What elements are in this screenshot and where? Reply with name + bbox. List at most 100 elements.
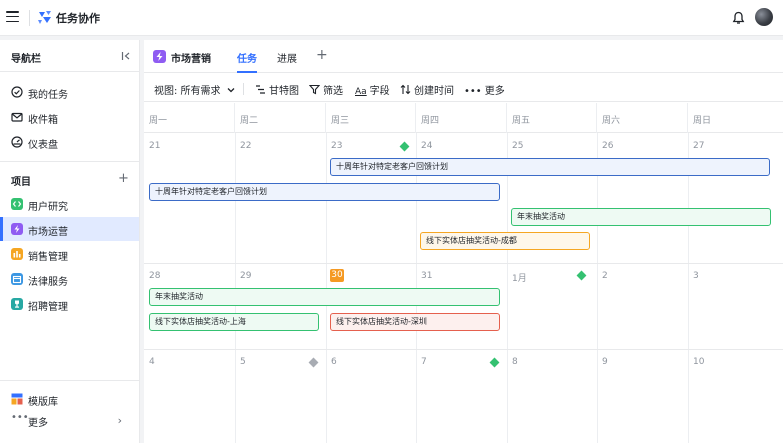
tab-progress[interactable]: 进展: [277, 50, 297, 65]
day-number: 6: [331, 357, 337, 367]
task-bar[interactable]: 年末抽奖活动: [149, 288, 500, 306]
filter-label: 筛选: [323, 86, 343, 97]
sidebar-item-dashboard[interactable]: 仪表盘: [4, 130, 136, 154]
sidebar-header: 导航栏: [0, 40, 140, 72]
day-number: 2: [602, 271, 608, 281]
sidebar-item-label: 更多: [28, 418, 48, 429]
menu-icon[interactable]: [6, 11, 19, 23]
weekday-label: 周四: [421, 116, 440, 126]
sidebar-item-recruiting[interactable]: 招聘管理: [4, 292, 136, 316]
day-number: 29: [240, 271, 252, 281]
calendar-month-view: 周一 周二 周三 周四 周五 周六 周日 21 22 23 24 25 26 2…: [144, 103, 783, 443]
add-tab-icon[interactable]: +: [316, 47, 328, 63]
sidebar-item-marketing-ops[interactable]: 市场运营: [0, 217, 139, 241]
day-number: 23: [331, 141, 343, 151]
day-number: 1月: [512, 274, 527, 284]
dashboard-icon: [11, 136, 23, 148]
sidebar-item-user-research[interactable]: 用户研究: [4, 192, 136, 216]
filter-icon: [309, 84, 320, 95]
more-dots-icon: •••: [464, 86, 482, 97]
gantt-button[interactable]: 甘特图: [255, 82, 299, 97]
gantt-icon: [256, 85, 265, 94]
milestone-icon[interactable]: [576, 270, 587, 281]
task-bar[interactable]: 十周年针对特定老客户回馈计划: [149, 183, 500, 201]
fields-icon: Aa: [355, 87, 367, 97]
template-icon: [11, 393, 23, 405]
mail-icon: [11, 112, 23, 122]
grid-line: [144, 349, 783, 350]
day-number: 22: [240, 141, 252, 151]
sidebar-item-more[interactable]: ••• 更多 ›: [4, 408, 136, 432]
top-bar: 任务协作: [0, 0, 783, 36]
milestone-icon[interactable]: [308, 357, 319, 368]
divider: [29, 10, 30, 26]
task-bar[interactable]: 线下实体店抽奖活动-深圳: [330, 313, 500, 331]
milestone-icon[interactable]: [489, 357, 500, 368]
sidebar-item-label: 模版库: [28, 397, 58, 408]
day-number: 7: [421, 357, 427, 367]
project-title-text: 市场营销: [171, 54, 211, 65]
weekday-label: 周五: [512, 116, 531, 126]
projects-section-title: 项目: [11, 177, 31, 188]
sidebar-item-legal-services[interactable]: 法律服务: [4, 267, 136, 291]
code-icon: [11, 198, 23, 210]
day-number: 21: [149, 141, 161, 151]
weekday-label: 周日: [693, 116, 712, 126]
fields-button[interactable]: Aa 字段: [355, 82, 390, 97]
add-project-icon[interactable]: +: [118, 171, 129, 186]
weekday-cell: 周六: [597, 103, 688, 133]
sidebar-item-label: 收件箱: [28, 115, 58, 126]
grid-line: [688, 133, 689, 443]
sidebar-item-sales-management[interactable]: 销售管理: [4, 242, 136, 266]
chevron-right-icon: ›: [117, 414, 122, 427]
app-title: 任务协作: [56, 12, 100, 25]
view-selector[interactable]: 视图: 所有需求: [154, 82, 235, 97]
chevron-down-icon: [227, 88, 235, 93]
check-circle-icon: [11, 86, 23, 98]
grid-line: [507, 133, 508, 443]
day-number: 8: [512, 357, 518, 367]
view-selector-label: 视图: 所有需求: [154, 86, 221, 97]
trophy-icon: [11, 298, 23, 310]
weekday-cell: 周日: [688, 103, 783, 133]
avatar[interactable]: [755, 8, 773, 26]
sort-icon: [400, 84, 411, 95]
sort-created-time-button[interactable]: 创建时间: [400, 82, 454, 97]
milestone-icon[interactable]: [399, 141, 410, 152]
sidebar-item-my-tasks[interactable]: 我的任务: [4, 80, 136, 104]
bell-icon[interactable]: [732, 11, 745, 25]
grid-line: [144, 263, 783, 264]
day-number: 24: [421, 141, 433, 151]
task-bar[interactable]: 线下实体店抽奖活动-上海: [149, 313, 319, 331]
day-number: 28: [149, 271, 161, 281]
task-bar[interactable]: 十周年针对特定老客户回馈计划: [330, 158, 770, 176]
weekday-cell: 周五: [507, 103, 597, 133]
day-number: 9: [602, 357, 608, 367]
weekday-cell: 周一: [144, 103, 235, 133]
tab-tasks[interactable]: 任务: [237, 50, 257, 65]
tab-bar: 市场营销 任务 进展 +: [144, 40, 783, 73]
weekday-label: 周一: [149, 116, 168, 126]
divider: [0, 161, 140, 162]
day-number: 26: [602, 141, 614, 151]
sidebar-item-inbox[interactable]: 收件箱: [4, 105, 136, 129]
collapse-sidebar-icon[interactable]: [121, 51, 131, 61]
filter-button[interactable]: 筛选: [309, 82, 343, 97]
more-button[interactable]: ••• 更多: [464, 82, 505, 97]
lightning-icon: [153, 50, 166, 63]
today-marker: 30: [330, 269, 344, 282]
weekday-cell: 周三: [326, 103, 416, 133]
weekday-header: 周一 周二 周三 周四 周五 周六 周日: [144, 103, 783, 133]
gantt-label: 甘特图: [269, 86, 299, 97]
sidebar-item-label: 我的任务: [28, 90, 68, 101]
day-number: 25: [512, 141, 524, 151]
task-bar[interactable]: 年末抽奖活动: [511, 208, 771, 226]
sidebar-item-label: 销售管理: [28, 252, 68, 263]
grid-line: [597, 133, 598, 443]
app-logo-icon: [38, 11, 51, 24]
day-number: 27: [693, 141, 705, 151]
weekday-label: 周六: [602, 116, 621, 126]
task-bar[interactable]: 线下实体店抽奖活动-成都: [420, 232, 590, 250]
fields-label: 字段: [369, 86, 390, 97]
day-number: 5: [240, 357, 246, 367]
